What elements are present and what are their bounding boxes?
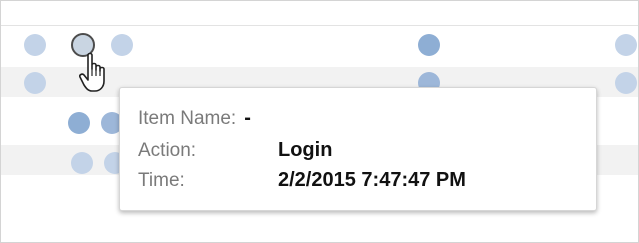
item-name-label: Item Name: xyxy=(138,108,237,129)
event-marker[interactable] xyxy=(418,34,440,56)
event-marker[interactable] xyxy=(615,34,637,56)
tooltip-row-time: Time: 2/2/2015 7:47:47 PM xyxy=(138,168,466,192)
event-marker[interactable] xyxy=(615,72,637,94)
event-marker[interactable] xyxy=(24,34,46,56)
tooltip-row-item-name: Item Name: - xyxy=(138,106,251,130)
header-divider xyxy=(1,25,638,26)
event-marker[interactable] xyxy=(71,152,93,174)
tooltip-row-action: Action: Login xyxy=(138,138,332,162)
event-marker[interactable] xyxy=(24,72,46,94)
action-value: Login xyxy=(278,139,333,161)
time-label: Time: xyxy=(138,170,185,191)
hand-pointer-icon xyxy=(79,52,105,92)
item-name-value: - xyxy=(244,107,251,129)
time-value: 2/2/2015 7:47:47 PM xyxy=(278,169,466,191)
event-marker[interactable] xyxy=(68,112,90,134)
event-tooltip: Item Name: - Action: Login Time: 2/2/2015 7… xyxy=(119,87,597,211)
activity-timeline-panel: Item Name: - Action: Login Time: 2/2/2015 7… xyxy=(0,0,639,243)
action-label: Action: xyxy=(138,140,197,161)
